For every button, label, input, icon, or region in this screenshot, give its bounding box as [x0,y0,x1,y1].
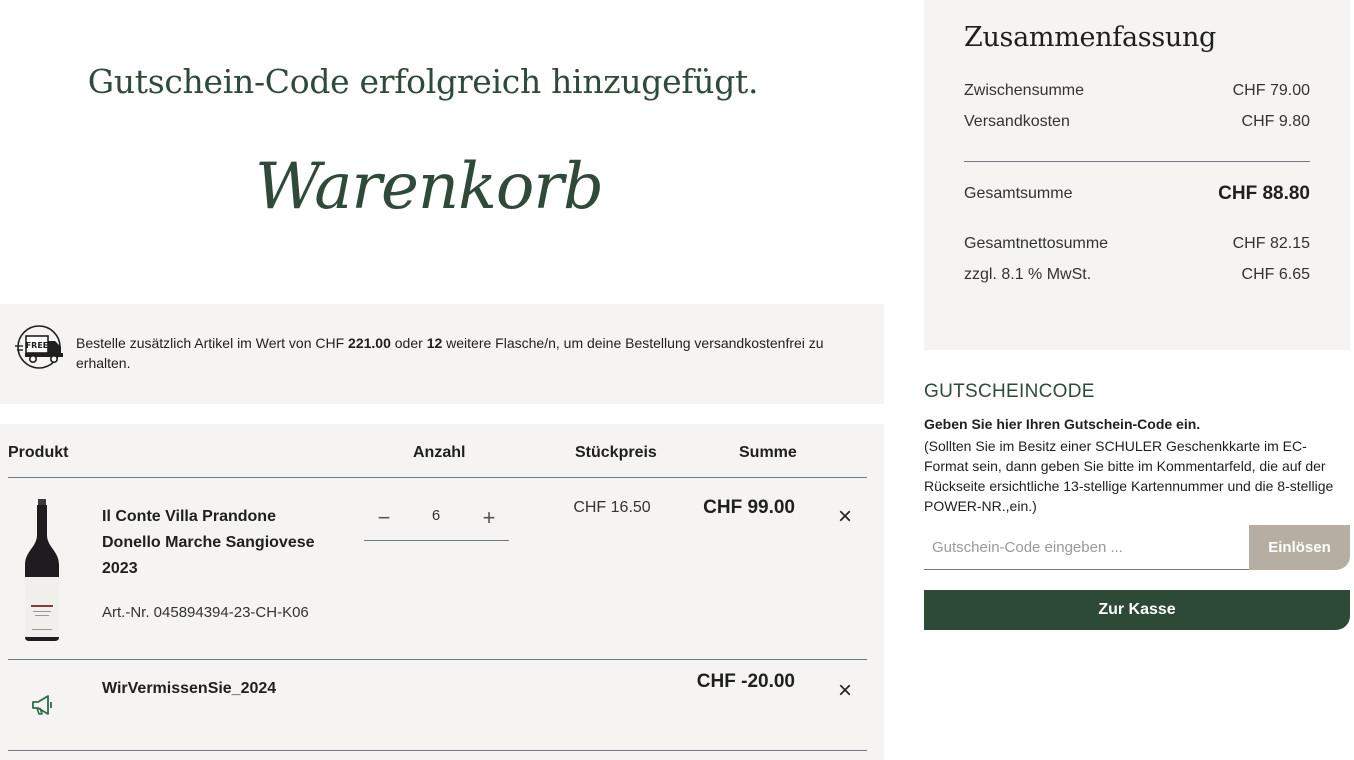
free-bottles-count: 12 [426,335,443,351]
free-shipping-text: Bestelle zusätzlich Artikel im Wert von … [76,333,836,373]
subtotal-value: CHF 79.00 [1232,82,1310,99]
shipping-label: Versandkosten [964,113,1070,130]
page-title: Warenkorb [255,150,604,224]
article-number: Art.-Nr. 045894394-23-CH-K06 [102,604,309,621]
divider [8,659,867,660]
product-name-link[interactable]: Il Conte Villa Prandone Donello Marche S… [102,504,332,582]
column-header-product: Produkt [8,444,69,461]
quantity-underline [364,540,509,541]
wine-bottle-image[interactable] [22,499,62,642]
net-total-value: CHF 82.15 [1232,235,1310,252]
summary-title: Zusammenfassung [964,22,1217,53]
unit-price: CHF 16.50 [573,499,651,516]
free-shipping-truck-icon: FREE [15,325,63,369]
free-text-part: Bestelle zusätzlich Artikel im Wert von … [76,335,349,351]
voucher-heading: GUTSCHEINCODE [924,381,1095,402]
column-header-total: Summe [739,444,797,461]
subtotal-label: Zwischensumme [964,82,1085,99]
line-total: CHF 99.00 [703,497,795,518]
quantity-increase-button[interactable]: + [477,505,501,531]
divider [8,750,867,751]
vat-label: zzgl. 8.1 % MwSt. [964,266,1092,283]
shipping-value: CHF 9.80 [1241,113,1310,130]
megaphone-icon [32,695,52,715]
quantity-value[interactable]: 6 [420,507,452,524]
promo-code-name: WirVermissenSie_2024 [102,680,277,697]
free-text-part: oder [390,335,427,351]
summary-divider [964,161,1310,162]
grand-total-value: CHF 88.80 [1218,183,1310,204]
remove-item-button[interactable]: × [832,505,858,529]
redeem-voucher-button[interactable]: Einlösen [1249,525,1350,570]
column-header-unit-price: Stückpreis [575,444,657,461]
net-total-label: Gesamtnettosumme [964,235,1109,252]
voucher-subheading: Geben Sie hier Ihren Gutschein-Code ein. [924,416,1201,432]
remove-promo-button[interactable]: × [832,679,858,703]
voucher-note: (Sollten Sie im Besitz einer SCHULER Ges… [924,438,1334,514]
column-header-quantity: Anzahl [413,444,466,461]
vat-value: CHF 6.65 [1241,266,1310,283]
promo-discount: CHF -20.00 [696,671,795,692]
free-amount: 221.00 [348,335,391,351]
grand-total-label: Gesamtsumme [964,185,1073,202]
free-label: FREE [26,341,49,350]
quantity-decrease-button[interactable]: − [372,505,396,531]
voucher-success-message: Gutschein-Code erfolgreich hinzugefügt. [87,62,759,101]
voucher-code-input[interactable] [924,525,1249,570]
divider [8,477,867,478]
checkout-button[interactable]: Zur Kasse [924,590,1350,630]
cart-table-panel [0,424,884,760]
